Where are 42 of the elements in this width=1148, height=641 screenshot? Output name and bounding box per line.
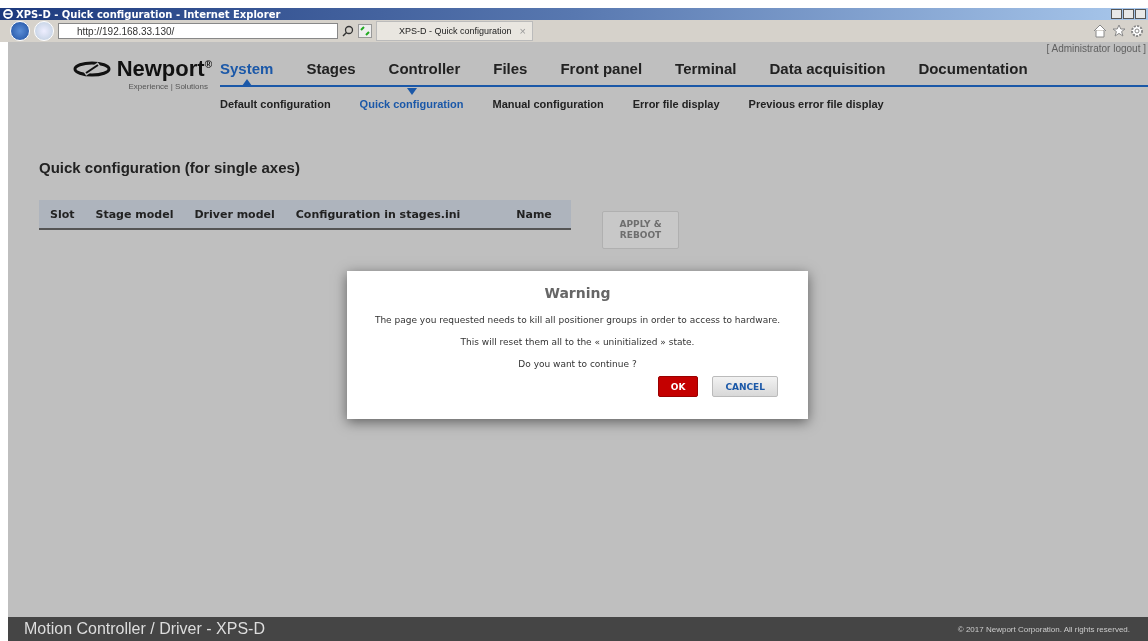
logo-text: Newport$^{®}$ [116, 56, 212, 82]
logo-icon [72, 61, 111, 77]
column-header: Name [516, 207, 552, 221]
subnav-tab[interactable]: Manual configuration [492, 98, 604, 110]
star-icon[interactable] [1112, 24, 1126, 38]
dialog-title: Warning [544, 285, 611, 301]
column-header: Configuration in stages.ini [295, 207, 461, 221]
address-field[interactable]: http://192.168.33.130/ [58, 23, 338, 39]
subnav-tab[interactable]: Previous error file display [748, 98, 884, 110]
ok-button[interactable]: OK [657, 376, 699, 397]
cancel-button[interactable]: CANCEL [712, 376, 778, 397]
nav-tab[interactable]: Files [493, 60, 528, 77]
back-button[interactable] [10, 21, 30, 41]
nav-tab[interactable]: Terminal [675, 60, 737, 77]
close-button[interactable] [1135, 9, 1146, 19]
restore-button[interactable] [1123, 9, 1134, 19]
logout-link[interactable]: [ Administrator logout ] [1046, 43, 1146, 54]
tagline: Experience | Solutions [128, 82, 208, 91]
copyright-text: © 2017 Newport Corporation. All rights reserved. [957, 624, 1130, 634]
column-header: Driver model [194, 207, 275, 221]
minimize-button[interactable] [1111, 9, 1122, 19]
browser-tab[interactable]: XPS-D - Quick configuration × [376, 21, 533, 41]
nav-tab[interactable]: Data acquisition [769, 60, 886, 77]
nav-tab[interactable]: Controller [388, 60, 461, 77]
nav-tab[interactable]: Documentation [918, 60, 1028, 77]
dialog-message: This will reset them all to the « uninitialized » state. [460, 337, 695, 347]
search-icon[interactable] [342, 25, 354, 37]
dialog-message: Do you want to continue ? [518, 359, 637, 369]
subnav-tab[interactable]: Quick configuration [359, 98, 464, 110]
dialog-message: The page you requested needs to kill all positioner groups in order to access to hardware. [374, 315, 781, 325]
page-heading: Quick configuration (for single axes) [39, 159, 301, 176]
subnav-tab[interactable]: Default configuration [220, 98, 331, 110]
nav-tab[interactable]: System [220, 60, 274, 77]
subnav-tab[interactable]: Error file display [632, 98, 720, 110]
column-header: Stage model [95, 207, 174, 221]
footer-title: Motion Controller / Driver - XPS-D [24, 620, 265, 638]
nav-tab[interactable]: Stages [306, 60, 356, 77]
home-icon[interactable] [1092, 24, 1108, 38]
nav-tab[interactable]: Front panel [560, 60, 643, 77]
column-header: Slot [50, 207, 75, 221]
window-title: XPS-D - Quick configuration - Internet Explorer [16, 8, 281, 20]
settings-icon[interactable] [1130, 24, 1144, 38]
